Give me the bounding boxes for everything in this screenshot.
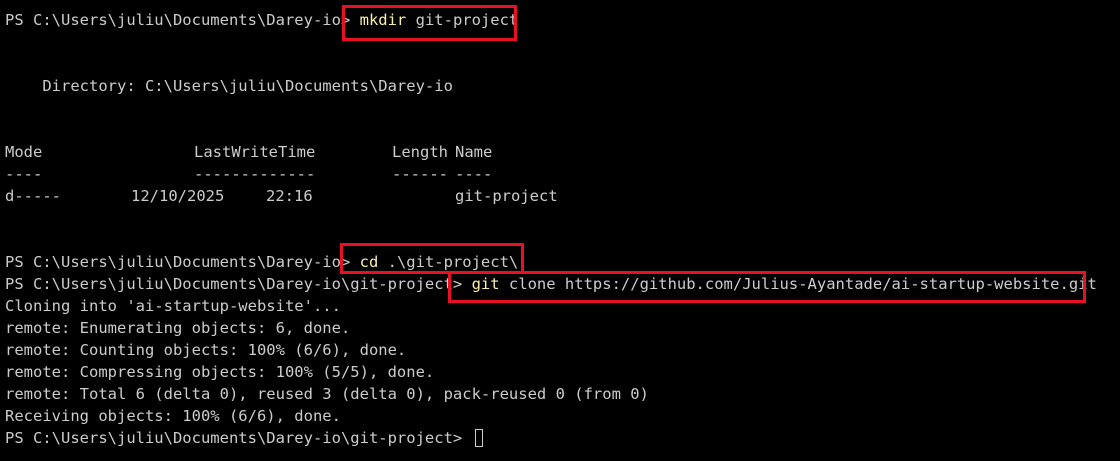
prompt-line-current[interactable]: PS C:\Users\juliu\Documents\Darey-io\git… — [0, 427, 1120, 449]
text-cursor[interactable] — [474, 429, 483, 447]
table-header: Mode LastWriteTime Length Name — [0, 141, 1120, 163]
command-name: mkdir — [359, 11, 407, 29]
prompt-text: PS C:\Users\juliu\Documents\Darey-io> — [5, 11, 360, 29]
row-name: git-project — [455, 187, 558, 205]
output-line: remote: Compressing objects: 100% (5/5),… — [5, 363, 435, 381]
command-args: .\git-project\ — [378, 253, 519, 271]
row-time: 22:16 — [266, 187, 313, 205]
prompt-text: PS C:\Users\juliu\Documents\Darey-io> — [5, 253, 360, 271]
row-mode: d----- — [5, 187, 61, 205]
divider-length: ------ — [392, 165, 448, 183]
row-date: 12/10/2025 — [131, 187, 225, 205]
prompt-text: PS C:\Users\juliu\Documents\Darey-io\git… — [5, 275, 472, 293]
divider-mode: ---- — [5, 165, 43, 183]
prompt-line-git-clone: PS C:\Users\juliu\Documents\Darey-io\git… — [0, 273, 1120, 295]
output-line: Cloning into 'ai-startup-website'... — [5, 297, 341, 315]
divider-name: ---- — [455, 165, 493, 183]
command-name: cd — [359, 253, 379, 271]
command-name: git — [471, 275, 500, 293]
prompt-line-cd: PS C:\Users\juliu\Documents\Darey-io> cd… — [0, 251, 1120, 273]
output-line: remote: Total 6 (delta 0), reused 3 (del… — [5, 385, 649, 403]
header-length: Length — [392, 143, 448, 161]
output-line: Receiving objects: 100% (6/6), done. — [5, 407, 341, 425]
header-lastwritetime: LastWriteTime — [194, 143, 316, 161]
divider-lastwritetime: ------------- — [194, 165, 316, 183]
command-args: clone https://github.com/Julius-Ayantade… — [499, 275, 1097, 293]
header-name: Name — [455, 143, 493, 161]
command-args: git-project — [406, 11, 519, 29]
table-divider: ---- ------------- ------ ---- — [0, 163, 1120, 185]
directory-line: Directory: C:\Users\juliu\Documents\Dare… — [5, 77, 453, 95]
prompt-text: PS C:\Users\juliu\Documents\Darey-io\git… — [5, 429, 472, 447]
terminal-window[interactable]: PS C:\Users\juliu\Documents\Darey-io> mk… — [0, 0, 1120, 461]
table-row: d----- 12/10/2025 22:16 git-project — [0, 185, 1120, 207]
output-line: remote: Enumerating objects: 6, done. — [5, 319, 351, 337]
output-line: remote: Counting objects: 100% (6/6), do… — [5, 341, 407, 359]
header-mode: Mode — [5, 143, 43, 161]
prompt-line-mkdir: PS C:\Users\juliu\Documents\Darey-io> mk… — [0, 9, 1120, 31]
